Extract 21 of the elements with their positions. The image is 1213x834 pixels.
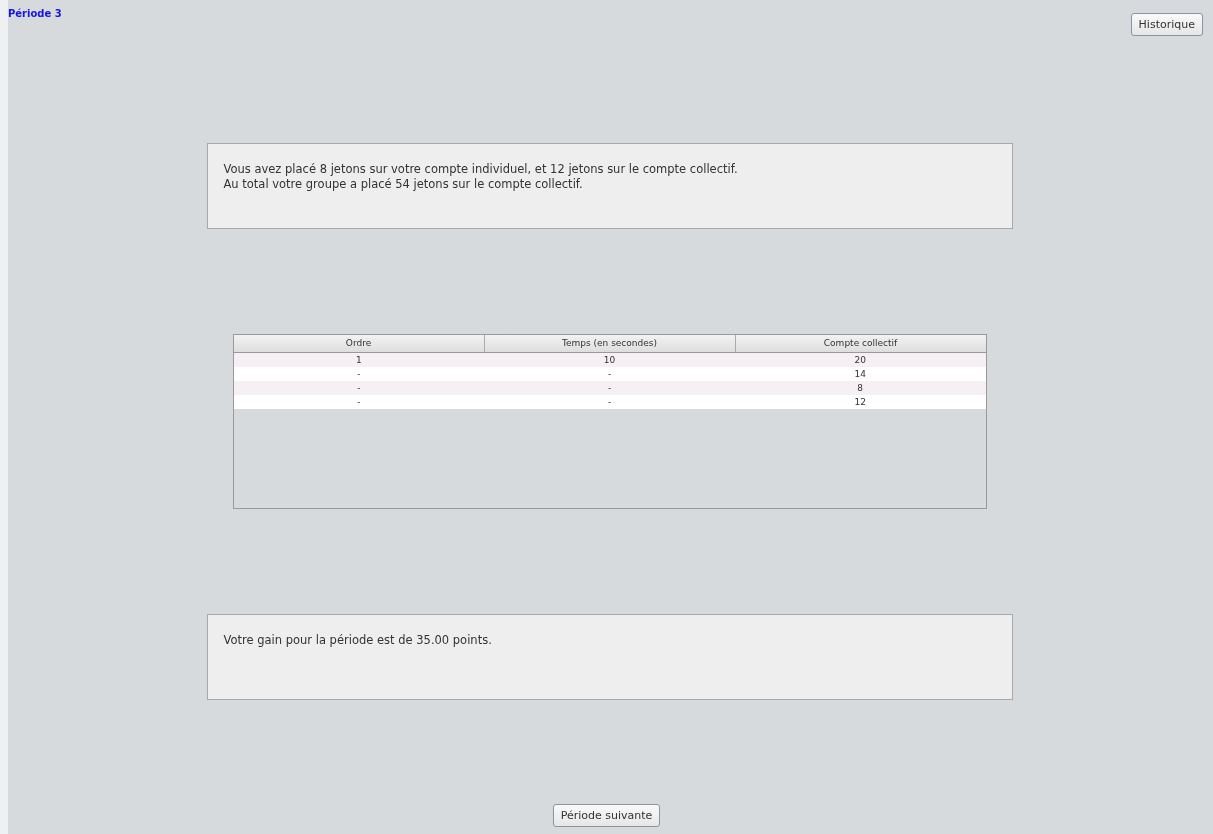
gain-text: Votre gain pour la période est de 35.00 points. — [223, 633, 493, 648]
period-title: Période 3 — [8, 8, 62, 19]
table-cell-text: 14 — [853, 368, 867, 381]
table-cell-text: - — [606, 382, 613, 395]
column-header: Temps (en secondes) — [484, 335, 736, 352]
next-period-button[interactable]: Période suivante — [552, 804, 661, 827]
column-header: Compte collectif — [822, 337, 899, 350]
table-cell-text: 10 — [602, 354, 617, 367]
table-cell-text: 8 — [856, 382, 865, 395]
table-cell-text: - — [356, 382, 362, 395]
history-button[interactable]: Historique — [1130, 13, 1203, 36]
summary-text: Au total votre groupe a placé 54 jetons sur le compte collectif. — [223, 177, 584, 192]
table-cell-text: - — [606, 396, 613, 409]
table-cell-text: - — [356, 396, 362, 409]
summary-text: Vous avez placé 8 jetons sur votre compte individuel, et 12 jetons sur le compte collectif. — [223, 162, 739, 177]
table-cell-text: - — [356, 368, 362, 381]
column-header: Ordre — [233, 335, 485, 352]
table-cell-text: 12 — [853, 396, 867, 409]
table-cell-text: - — [606, 368, 613, 381]
table-cell-text: 20 — [853, 354, 867, 367]
table-cell-text: 1 — [354, 354, 363, 367]
